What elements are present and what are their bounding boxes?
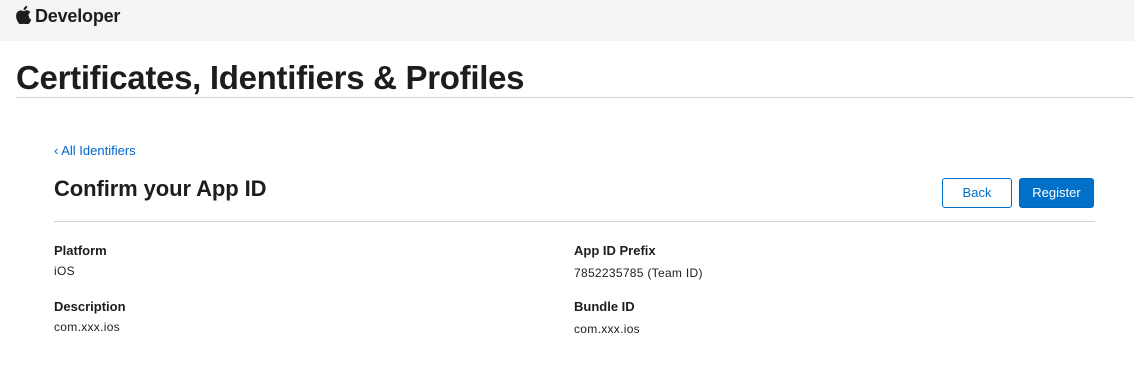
platform-value: iOS: [54, 264, 75, 278]
platform-label: Platform: [54, 243, 107, 258]
content-divider: [54, 221, 1095, 222]
section-heading: Confirm your App ID: [54, 176, 267, 201]
title-divider: [16, 97, 1134, 98]
back-button[interactable]: Back: [942, 178, 1012, 208]
all-identifiers-link[interactable]: ‹ All Identifiers: [54, 142, 136, 159]
register-button[interactable]: Register: [1019, 178, 1094, 208]
page-title: Certificates, Identifiers & Profiles: [16, 59, 525, 96]
brand-label: Developer: [35, 6, 121, 26]
app-id-prefix-label: App ID Prefix: [574, 243, 656, 258]
description-value: com.xxx.ios: [54, 320, 120, 334]
apple-icon: [16, 6, 31, 24]
developer-home-link[interactable]: Developer: [16, 4, 120, 28]
bundle-id-label: Bundle ID: [574, 299, 635, 314]
app-id-prefix-value: 7852235785 (Team ID): [574, 266, 703, 280]
description-label: Description: [54, 299, 126, 314]
bundle-id-value: com.xxx.ios: [574, 322, 640, 336]
global-nav: Developer: [0, 0, 1134, 41]
